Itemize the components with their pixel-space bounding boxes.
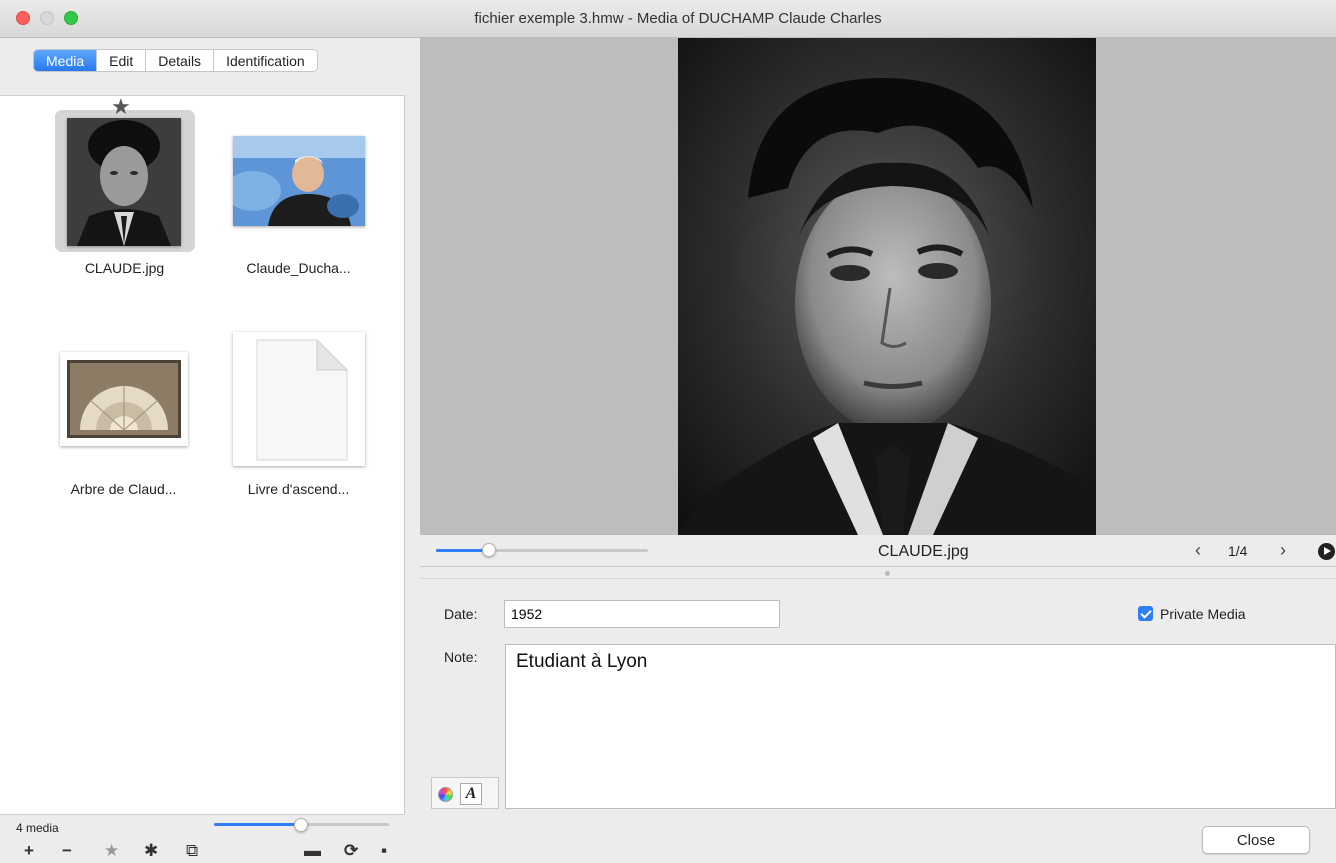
portrait-thumbnail-icon[interactable]: [67, 118, 181, 246]
media-item-label: CLAUDE.jpg: [84, 260, 165, 276]
next-media-icon[interactable]: ›: [1280, 540, 1286, 561]
pane-splitter[interactable]: [420, 567, 1336, 579]
text-format-controls: A: [431, 777, 499, 809]
tab-media[interactable]: Media: [34, 50, 98, 71]
slideshow-play-icon[interactable]: [1318, 543, 1335, 560]
window-title: fichier exemple 3.hmw - Media of DUCHAMP…: [474, 10, 882, 27]
font-picker-icon[interactable]: A: [460, 783, 482, 805]
title-bar: fichier exemple 3.hmw - Media of DUCHAMP…: [0, 0, 1336, 38]
save-icon[interactable]: ▪: [381, 842, 387, 860]
note-textarea[interactable]: Etudiant à Lyon: [505, 644, 1336, 809]
date-label: Date:: [444, 606, 478, 622]
media-list-panel: Media Edit Details Identification ★ CLAU…: [0, 38, 405, 863]
family-tree-thumbnail-icon[interactable]: [60, 352, 188, 446]
tab-edit[interactable]: Edit: [97, 50, 147, 71]
refresh-icon[interactable]: ⟳: [344, 842, 358, 860]
add-icon[interactable]: +: [24, 842, 34, 860]
current-media-filename: CLAUDE.jpg: [878, 543, 969, 560]
image-viewer: [420, 38, 1336, 535]
star-icon[interactable]: ★: [104, 842, 119, 860]
color-picker-icon[interactable]: [438, 787, 453, 802]
copy-icon[interactable]: ⧉: [186, 842, 198, 860]
tab-bar: Media Edit Details Identification: [0, 38, 405, 96]
media-list-footer: 4 media + − ★ ✱ ⧉ ▬ ⟳ ▪: [0, 814, 405, 863]
close-button[interactable]: Close: [1202, 826, 1310, 854]
previous-media-icon[interactable]: ‹: [1195, 540, 1201, 561]
tab-identification[interactable]: Identification: [214, 50, 317, 71]
private-media-label[interactable]: Private Media: [1160, 606, 1246, 622]
note-label: Note:: [444, 649, 478, 665]
media-count-label: 4 media: [16, 821, 59, 835]
segmented-tabs: Media Edit Details Identification: [33, 49, 318, 72]
document-thumbnail-icon[interactable]: [233, 332, 365, 466]
photo-thumbnail-icon[interactable]: [233, 136, 365, 226]
date-field[interactable]: [504, 600, 780, 628]
private-media-checkbox[interactable]: [1138, 606, 1153, 621]
viewer-toolbar: CLAUDE.jpg ‹ 1/4 ›: [420, 535, 1336, 567]
thumbnail-size-slider-knob[interactable]: [294, 818, 308, 832]
gear-icon[interactable]: ✱: [144, 842, 158, 860]
media-item-label: Livre d'ascend...: [247, 481, 350, 497]
folder-icon[interactable]: ▬: [304, 842, 321, 860]
tab-details[interactable]: Details: [146, 50, 215, 71]
primary-star-icon: ★: [111, 94, 131, 119]
portrait-photo: [678, 38, 1096, 535]
splitter-handle[interactable]: [885, 571, 890, 576]
media-details-form: Date: Private Media Note: Etudiant à Lyo…: [420, 579, 1336, 863]
thumbnail-size-slider-fill: [214, 823, 301, 826]
remove-icon[interactable]: −: [62, 842, 72, 860]
media-item-label: Arbre de Claud...: [70, 481, 177, 497]
zoom-slider-knob[interactable]: [482, 543, 496, 557]
media-item-label: Claude_Ducha...: [246, 260, 351, 276]
media-page-indicator: 1/4: [1228, 543, 1248, 559]
